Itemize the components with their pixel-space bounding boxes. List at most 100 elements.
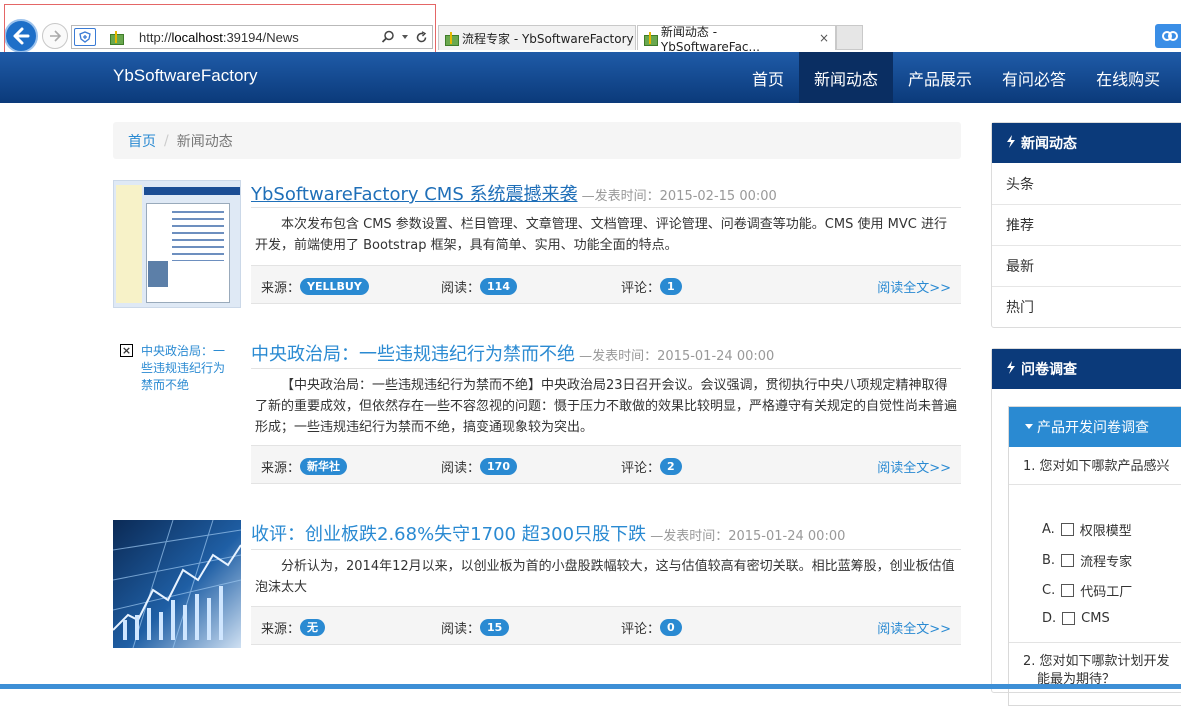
option-checkbox[interactable] [1061, 584, 1075, 597]
survey-option-d[interactable]: D. CMS [1042, 611, 1110, 626]
tab-workflow[interactable]: 流程专家 - YbSoftwareFactory [438, 25, 636, 50]
option-label: 代码工厂 [1080, 585, 1133, 600]
browser-chrome: http://localhost:39194/News 流程专家 - YbSof… [0, 0, 1181, 64]
read-count-badge: 114 [480, 278, 517, 295]
breadcrumb-separator: / [164, 132, 169, 149]
category-latest[interactable]: 最新 [992, 245, 1181, 286]
option-letter: D. [1042, 611, 1057, 626]
survey-box: 产品开发问卷调查 1. 您对如下哪款产品感兴 A. 权限模型 B. 流程专家 C. 代… [1008, 406, 1181, 706]
news-thumbnail[interactable] [113, 520, 241, 648]
option-checkbox[interactable] [1062, 612, 1076, 625]
option-checkbox[interactable] [1061, 554, 1075, 567]
news-title-line: 收评：创业板跌2.68%失守1700 超300只股下跌 —发表时间：2015-0… [251, 520, 845, 546]
caret-down-icon [1025, 424, 1033, 429]
tab-title: 流程专家 - YbSoftwareFactory [462, 31, 634, 46]
news-thumbnail[interactable] [113, 180, 241, 308]
comment-count-badge: 2 [660, 458, 682, 475]
taskbar-strip [0, 684, 1181, 689]
close-icon[interactable]: × [819, 31, 829, 45]
news-footer: 来源： 新华社 阅读： 170 评论： 2 阅读全文>> [251, 445, 961, 484]
panel-heading: 问卷调查 [992, 349, 1181, 389]
breadcrumb-current: 新闻动态 [176, 133, 233, 150]
option-label: 流程专家 [1080, 555, 1133, 570]
source-badge: 无 [300, 619, 326, 636]
read-more-link[interactable]: 阅读全文>> [877, 618, 951, 637]
panel-title: 问卷调查 [1021, 362, 1077, 378]
lightning-icon [1006, 360, 1016, 378]
comment-label: 评论： [621, 622, 661, 637]
news-item: YbSoftwareFactory CMS 系统震撼来袭 —发表时间：2015-… [113, 180, 961, 308]
news-title-link[interactable]: 收评：创业板跌2.68%失守1700 超300只股下跌 [251, 524, 646, 545]
category-headline[interactable]: 头条 [992, 163, 1181, 204]
category-recommended[interactable]: 推荐 [992, 204, 1181, 245]
option-label: CMS [1081, 611, 1110, 626]
news-title-line: YbSoftwareFactory CMS 系统震撼来袭 —发表时间：2015-… [251, 180, 777, 206]
survey-question-1: 1. 您对如下哪款产品感兴 [1023, 459, 1170, 474]
news-time: —发表时间：2015-01-24 00:00 [579, 349, 775, 364]
favicon-icon [445, 32, 459, 46]
option-checkbox[interactable] [1060, 523, 1074, 536]
nav-menu: 首页 新闻动态 产品展示 有问必答 在线购买 [737, 52, 1175, 103]
source-badge: YELLBUY [300, 278, 369, 295]
news-footer: 来源：无 阅读： 15 评论： 0 阅读全文>> [251, 606, 961, 645]
source-label: 来源： [261, 461, 301, 476]
news-time: —发表时间：2015-02-15 00:00 [581, 189, 777, 204]
divider [1009, 484, 1181, 485]
breadcrumb: 首页 / 新闻动态 [113, 122, 961, 159]
site-navbar: YbSoftwareFactory 首页 新闻动态 产品展示 有问必答 在线购买 [0, 52, 1181, 103]
news-time: —发表时间：2015-01-24 00:00 [650, 529, 846, 544]
read-label: 阅读： [441, 622, 481, 637]
option-letter: B. [1042, 553, 1056, 568]
news-title-line: 中央政治局：一些违规违纪行为禁而不绝 —发表时间：2015-01-24 00:0… [251, 340, 774, 366]
source-label: 来源： [261, 622, 301, 637]
nav-buy[interactable]: 在线购买 [1081, 52, 1175, 103]
news-item: × 中央政治局：一些违规违纪行为禁而不绝 中央政治局：一些违规违纪行为禁而不绝 … [113, 340, 961, 485]
comment-count-badge: 1 [660, 278, 682, 295]
nav-faq[interactable]: 有问必答 [987, 52, 1081, 103]
breadcrumb-home[interactable]: 首页 [128, 131, 156, 151]
site-brand[interactable]: YbSoftwareFactory [113, 66, 258, 86]
read-more-link[interactable]: 阅读全文>> [877, 277, 951, 296]
read-count-badge: 170 [480, 458, 517, 475]
nav-products[interactable]: 产品展示 [893, 52, 987, 103]
survey-question-2: 2. 您对如下哪款计划开发 能最为期待？ [1009, 647, 1170, 689]
panel-title: 新闻动态 [1021, 136, 1077, 152]
survey-header[interactable]: 产品开发问卷调查 [1009, 407, 1181, 447]
source-label: 来源： [261, 281, 301, 296]
comment-label: 评论： [621, 461, 661, 476]
new-tab-button[interactable] [836, 25, 863, 50]
news-summary: 分析认为，2014年12月以来，以创业板为首的小盘股跌幅较大，这与估值较高有密切… [251, 549, 961, 605]
tab-title: 新闻动态 - YbSoftwareFac... [660, 24, 760, 54]
survey-option-b[interactable]: B. 流程专家 [1042, 551, 1132, 570]
category-hot[interactable]: 热门 [992, 286, 1181, 327]
news-title-link[interactable]: YbSoftwareFactory CMS 系统震撼来袭 [251, 184, 578, 205]
news-footer: 来源： YELLBUY 阅读： 114 评论： 1 阅读全文>> [251, 265, 961, 304]
news-item: 收评：创业板跌2.68%失守1700 超300只股下跌 —发表时间：2015-0… [113, 520, 961, 648]
question-text: 2. 您对如下哪款计划开发 [1023, 654, 1170, 669]
image-alt-text: 中央政治局：一些违规违纪行为禁而不绝 [141, 344, 226, 392]
read-label: 阅读： [441, 281, 481, 296]
news-category-panel: 新闻动态 头条 推荐 最新 热门 [991, 122, 1181, 328]
option-letter: C. [1042, 583, 1056, 598]
nav-home[interactable]: 首页 [737, 52, 799, 103]
read-more-link[interactable]: 阅读全文>> [877, 457, 951, 476]
survey-panel: 问卷调查 产品开发问卷调查 1. 您对如下哪款产品感兴 A. 权限模型 B. 流程专… [991, 348, 1181, 706]
divider [1009, 642, 1181, 643]
comment-count-badge: 0 [660, 619, 682, 636]
news-summary: 本次发布包含 CMS 参数设置、栏目管理、文章管理、文档管理、评论管理、问卷调查… [251, 207, 961, 263]
comment-label: 评论： [621, 281, 661, 296]
lightning-icon [1006, 134, 1016, 152]
panel-heading: 新闻动态 [992, 123, 1181, 163]
nav-news[interactable]: 新闻动态 [799, 52, 894, 103]
news-title-link[interactable]: 中央政治局：一些违规违纪行为禁而不绝 [251, 344, 575, 365]
survey-option-c[interactable]: C. 代码工厂 [1042, 581, 1132, 600]
compat-icon[interactable] [1155, 24, 1181, 48]
survey-option-a[interactable]: A. 权限模型 [1042, 520, 1132, 539]
tab-news[interactable]: 新闻动态 - YbSoftwareFac... × [637, 25, 836, 54]
news-thumbnail-broken[interactable]: × 中央政治局：一些违规违纪行为禁而不绝 [113, 340, 241, 400]
favicon-icon [644, 32, 658, 46]
read-label: 阅读： [441, 461, 481, 476]
option-label: 权限模型 [1079, 524, 1132, 539]
option-letter: A. [1042, 522, 1055, 537]
stock-chart-image [113, 520, 241, 648]
